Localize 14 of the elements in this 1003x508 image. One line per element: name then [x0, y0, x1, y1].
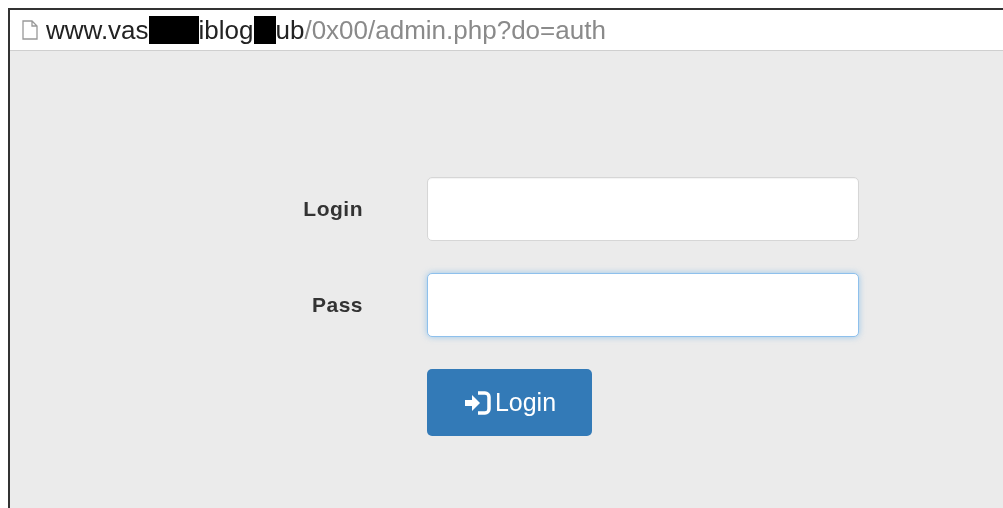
redaction-mark: [253, 16, 276, 44]
input-field[interactable]: [427, 177, 859, 241]
address-bar[interactable]: www.vas iblog ub/0x00/admin.php?do=auth: [10, 10, 1003, 51]
field-label: Login: [303, 197, 363, 221]
field-label: Pass: [311, 293, 363, 317]
url-host: ub: [275, 14, 305, 46]
sign-in-icon: [462, 389, 493, 416]
url-host: www.vas: [46, 14, 149, 46]
input-field[interactable]: [427, 273, 859, 337]
url-host: iblog: [198, 14, 254, 46]
page-icon: [22, 20, 38, 40]
redaction-mark: [148, 16, 199, 44]
login-button[interactable]: Login: [427, 369, 592, 436]
url-path: /0x00/admin.php?do=auth: [304, 14, 606, 46]
